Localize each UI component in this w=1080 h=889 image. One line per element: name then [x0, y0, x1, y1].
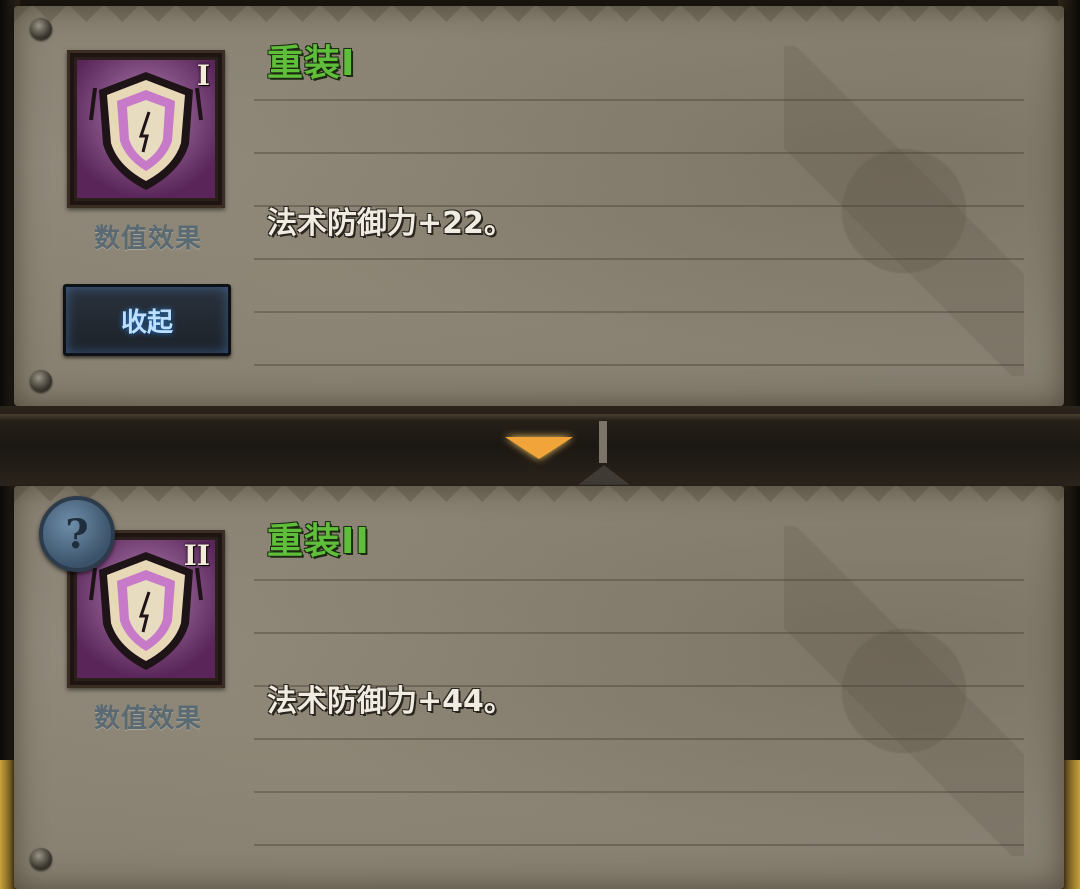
skill-title: 重装II	[267, 521, 370, 562]
skill-effect-text: 法术防御力+22。	[267, 206, 514, 241]
rivet-icon	[30, 848, 52, 870]
skill-panel-1: I 数值效果 重装I 法术防御力+22。 收起	[14, 6, 1064, 406]
icon-caption: 数值效果	[93, 224, 202, 254]
panel-top-pattern	[14, 486, 1064, 514]
shield-icon	[77, 60, 215, 198]
skill-title: 重装I	[267, 43, 356, 84]
collapse-button[interactable]: 收起	[63, 284, 231, 356]
collapse-button-label: 收起	[120, 307, 173, 338]
skill-panel-2: II 数值效果 重装II 法术防御力+44。	[14, 486, 1064, 889]
arrow-down-icon[interactable]	[505, 437, 573, 459]
help-button[interactable]: ?	[39, 496, 115, 572]
rank-numeral: I	[196, 59, 210, 92]
divider-notch	[578, 465, 630, 485]
panel-watermark-emblem	[784, 526, 1024, 856]
rivet-icon	[30, 370, 52, 392]
icon-caption: 数值效果	[93, 704, 202, 734]
rivet-icon	[30, 18, 52, 40]
skill-icon-frame: I	[67, 50, 225, 208]
panel-top-pattern	[14, 6, 1064, 34]
panel-watermark-emblem	[784, 46, 1024, 376]
question-mark-icon: ?	[65, 510, 89, 558]
rank-numeral: II	[183, 539, 210, 572]
divider-rail	[0, 414, 1080, 420]
skill-effect-text: 法术防御力+44。	[267, 684, 514, 719]
divider-peg	[599, 421, 607, 463]
